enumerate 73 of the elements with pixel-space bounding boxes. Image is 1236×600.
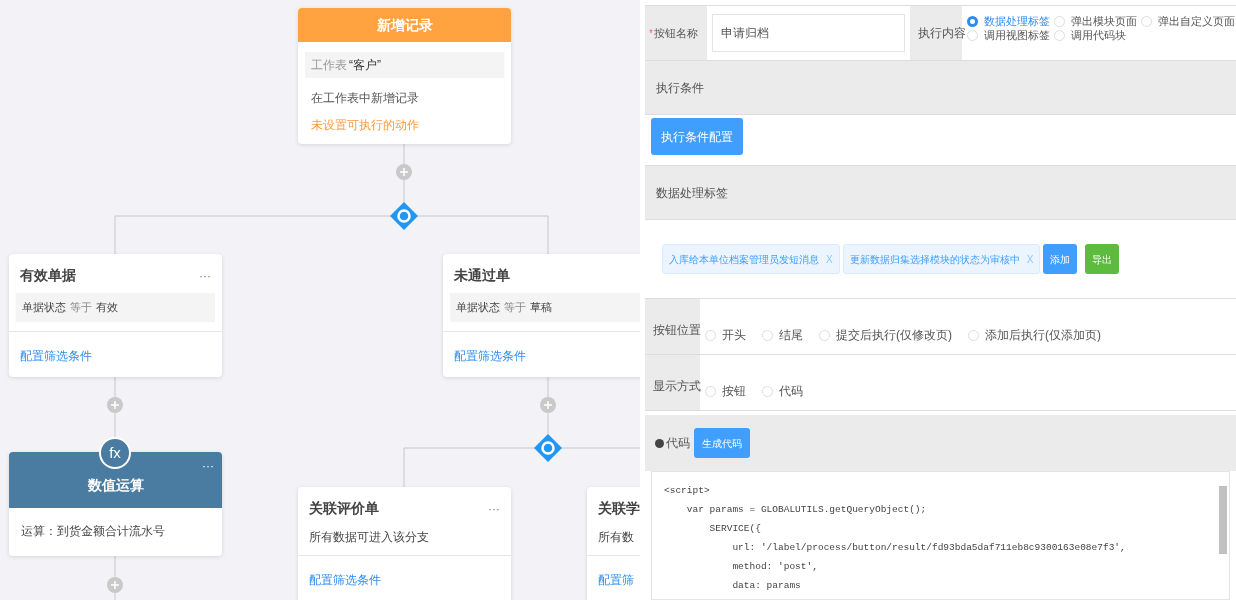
node-header: 新增记录 (298, 8, 511, 42)
radio-label: 结尾 (779, 327, 803, 344)
branch-diamond-icon (390, 202, 418, 230)
radio-label: 弹出模块页面 (1071, 14, 1137, 28)
code-line: <script> (664, 484, 711, 498)
table-name: “客户” (349, 57, 381, 74)
node-title: 数值运算 (87, 476, 144, 495)
node-description: 所有数据可进入该分支 (308, 529, 430, 546)
add-icon[interactable] (540, 397, 556, 413)
filter-link[interactable]: 配置筛选条件 (298, 571, 511, 589)
table-label: 工作表 (311, 57, 347, 74)
condition-value: 草稿 (530, 300, 552, 316)
code-line: data: params (731, 579, 802, 593)
node-description: 所有数 (597, 529, 635, 546)
code-line: SERVICE({ (708, 522, 762, 536)
radio-label: 调用代码块 (1071, 28, 1126, 42)
add-icon[interactable] (396, 164, 412, 180)
section-title: 代码 (666, 435, 690, 452)
text-input[interactable]: 申请归档 (712, 14, 905, 52)
radio-label: 代码 (779, 383, 803, 400)
condition-field: 单据状态 (22, 299, 66, 316)
code-editor[interactable]: <script> var params = GLOBALUTILS.getQueryObject(); SERVICE({ url: '/label/process/button/result/fd93bda5daf711eb8c9300163e08e7f3', method: 'post', data: params (651, 471, 1230, 600)
radio-label: 调用视图标签 (984, 28, 1050, 42)
flow-node-card[interactable]: 关联评价单 ··· 所有数据可进入该分支 配置筛选条件 (298, 487, 511, 600)
radio-label: 弹出自定义页面 (1158, 14, 1235, 28)
tag-label: 入库给本单位档案管理员发短消息 (669, 252, 819, 267)
code-line: var params = GLOBALUTILS.getQueryObject(); (685, 503, 928, 517)
required-mark: * (649, 26, 653, 41)
radio-label: 数据处理标签 (984, 14, 1050, 28)
node-body: 运算：到货金额合计流水号 (20, 523, 166, 540)
add-icon[interactable] (107, 397, 123, 413)
branch-diamond-icon (534, 434, 562, 462)
more-menu[interactable]: ··· (488, 502, 500, 515)
node-title: 关联评价单 (309, 499, 379, 518)
function-badge: fx (99, 437, 131, 469)
filter-link[interactable]: 配置筛 (587, 571, 640, 589)
flow-node-card[interactable]: 新增记录 工作表 “客户” 在工作表中新增记录 未设置可执行的动作 (298, 8, 511, 144)
tag-label: 更新数据归集选择模块的状态为审核中 (849, 252, 1020, 267)
field-label: 按钮位置 (645, 299, 700, 354)
generate-code-button[interactable]: 生成代码 (694, 428, 750, 458)
tag-action-button[interactable]: 导出 (1085, 244, 1120, 274)
radio-label: 添加后执行(仅添加页) (985, 327, 1101, 344)
warning-text: 未设置可执行的动作 (310, 117, 420, 134)
condition-value: 有效 (96, 300, 118, 316)
radio-button[interactable] (967, 15, 978, 27)
condition-operator: 等于 (504, 300, 526, 316)
filter-link[interactable]: 配置筛选条件 (443, 347, 640, 365)
node-title: 未通过单 (454, 266, 510, 285)
section-title: 执行条件 (656, 79, 704, 97)
scrollbar-thumb[interactable] (1219, 486, 1227, 554)
section-title: 数据处理标签 (656, 184, 728, 202)
add-icon[interactable] (107, 577, 123, 593)
more-menu[interactable]: ··· (199, 269, 211, 282)
filter-link[interactable]: 配置筛选条件 (9, 347, 222, 365)
condition-config-button[interactable]: 执行条件配置 (651, 118, 743, 155)
flow-node-card[interactable]: 有效单据 ··· 单据状态 等于 有效 配置筛选条件 (9, 254, 222, 377)
flow-node-card[interactable]: 未通过单 单据状态 等于 草稿 配置筛选条件 (443, 254, 640, 377)
node-title: 有效单据 (20, 266, 76, 285)
field-label: 按钮名称 (653, 25, 698, 41)
node-title: 关联学 (598, 499, 640, 518)
radio-label: 开头 (722, 327, 746, 344)
more-menu[interactable]: ··· (202, 460, 214, 472)
code-line: url: '/label/process/button/result/fd93bda5daf711eb8c9300163e08e7f3', (731, 541, 1127, 555)
flow-node-card[interactable]: 关联学 所有数 配置筛 (587, 487, 640, 600)
radio-label: 提交后执行(仅修改页) (836, 327, 952, 344)
info-icon (655, 438, 664, 448)
condition-operator: 等于 (70, 300, 92, 316)
node-description: 在工作表中新增记录 (310, 90, 420, 107)
code-line: method: 'post', (731, 560, 819, 574)
tag-action-button[interactable]: 添加 (1043, 244, 1078, 274)
condition-field: 单据状态 (456, 299, 500, 316)
radio-label: 按钮 (722, 383, 746, 400)
field-label: 显示方式 (645, 355, 700, 410)
